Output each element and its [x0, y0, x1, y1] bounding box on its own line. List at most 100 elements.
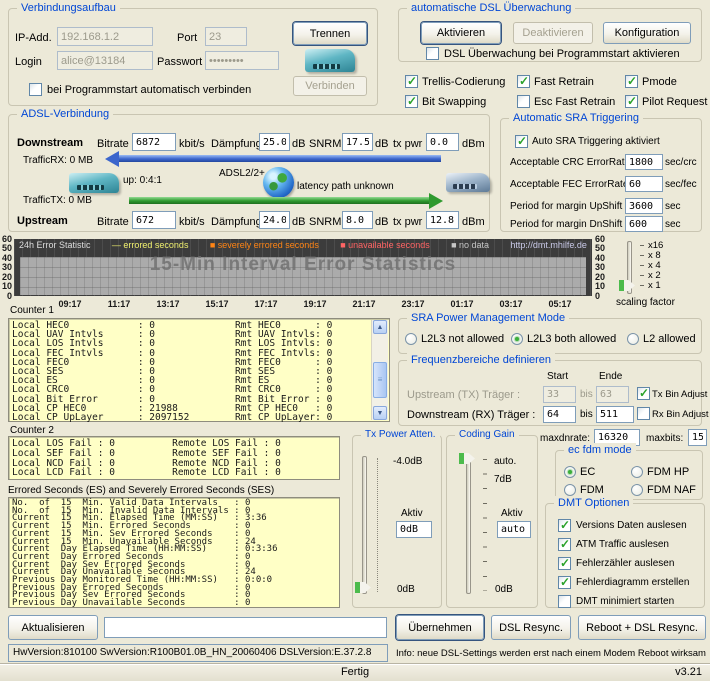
coding-gain-bottom-label: 0dB: [495, 584, 513, 595]
coding-gain-slider-handle[interactable]: [459, 453, 475, 464]
group-title: ADSL-Verbindung: [17, 107, 114, 121]
app-version: v3.21: [675, 666, 702, 678]
fehlerdiagramm-label: Fehlerdiagramm erstellen: [576, 577, 690, 588]
counter1-text: Local HEC0 : 0 Rmt HEC0 : 0 Local UAV In…: [12, 320, 333, 424]
fast-retrain-checkbox[interactable]: [517, 74, 530, 88]
daempfung-label: Dämpfung: [211, 216, 262, 228]
scroll-up-icon[interactable]: ▲: [373, 320, 387, 334]
autostart-checkbox[interactable]: [29, 83, 42, 96]
group-title: SRA Power Management Mode: [407, 311, 570, 325]
coding-gain-top-label: auto.: [494, 456, 517, 467]
versions-daten-label: Versions Daten auslesen: [576, 520, 687, 531]
trennen-button[interactable]: Trennen: [293, 22, 367, 45]
crc-errorrate-field[interactable]: [625, 154, 663, 170]
fec-errorrate-field[interactable]: [625, 176, 663, 192]
ip-field[interactable]: [57, 27, 153, 46]
passwort-label: Passwort: [157, 56, 203, 68]
up-daempfung-field[interactable]: [259, 211, 290, 229]
fehlerdiagramm-checkbox[interactable]: [558, 575, 571, 589]
fdm-radio[interactable]: [564, 484, 576, 496]
scroll-down-icon[interactable]: ▼: [373, 406, 387, 420]
port-field[interactable]: [205, 27, 247, 46]
deaktivieren-button[interactable]: Deaktivieren: [513, 22, 593, 44]
rx-bin-adjust-checkbox[interactable]: [637, 407, 650, 420]
downstream-arrow-icon: [119, 155, 441, 162]
l2l3-both-allowed-radio[interactable]: [511, 333, 523, 345]
upstream-ende-field[interactable]: [596, 386, 629, 403]
tx-atten-aktiv-field[interactable]: [396, 521, 432, 538]
y-axis-tick: 10: [1, 281, 12, 291]
esc-fast-retrain-checkbox[interactable]: [517, 95, 530, 108]
tx-atten-slider-handle[interactable]: [355, 582, 371, 593]
bit-swapping-checkbox[interactable]: [405, 94, 418, 108]
ueberwachung-startup-checkbox[interactable]: [426, 47, 439, 60]
command-input[interactable]: [104, 617, 387, 638]
scrollbar-thumb[interactable]: ≡: [373, 362, 387, 398]
coding-gain-slider-track[interactable]: [466, 456, 471, 594]
aktualisieren-button[interactable]: Aktualisieren: [8, 615, 98, 640]
start-header: Start: [547, 371, 569, 382]
downstream-start-field[interactable]: [543, 406, 576, 423]
tx-bin-adjust-checkbox[interactable]: [637, 386, 650, 400]
fdm-hp-radio[interactable]: [631, 466, 643, 478]
crc-errorrate-label: Acceptable CRC ErrorRate: [510, 157, 631, 168]
atm-traffic-label: ATM Traffic auslesen: [576, 539, 669, 550]
up-bitrate-field[interactable]: [132, 211, 176, 229]
coding-gain-7db-label: 7dB: [494, 474, 512, 485]
group-dsl-ueberwachung: automatische DSL Überwachung Aktivieren …: [398, 1, 702, 62]
dnshift-unit: sec: [665, 219, 681, 230]
down-snrm-field[interactable]: [342, 133, 373, 151]
login-field[interactable]: [57, 51, 153, 70]
konfiguration-button[interactable]: Konfiguration: [603, 22, 691, 44]
aktivieren-button[interactable]: Aktivieren: [421, 22, 501, 44]
fdm-naf-label: FDM NAF: [647, 484, 696, 496]
dmt-minimiert-checkbox[interactable]: [558, 595, 571, 608]
trellis-checkbox[interactable]: [405, 74, 418, 88]
passwort-field[interactable]: [205, 51, 279, 70]
group-adsl-verbindung: ADSL-Verbindung Downstream Bitrate kbit/…: [8, 107, 490, 232]
ende-header: Ende: [599, 371, 623, 382]
fdm-label: FDM: [580, 484, 604, 496]
uebernehmen-button[interactable]: Übernehmen: [396, 615, 484, 640]
group-title: Tx Power Atten.: [361, 428, 440, 442]
reboot-dsl-resync-button[interactable]: Reboot + DSL Resync.: [578, 615, 706, 640]
x-axis-tick: 15:17: [205, 299, 229, 309]
atm-traffic-checkbox[interactable]: [558, 537, 571, 551]
up-txpwr-field[interactable]: [426, 211, 459, 229]
coding-gain-aktiv-field[interactable]: [497, 521, 531, 538]
upstream-start-field[interactable]: [543, 386, 576, 403]
dsl-resync-button[interactable]: DSL Resync.: [491, 615, 571, 640]
x-axis-tick: 03:17: [499, 299, 523, 309]
group-title: automatische DSL Überwachung: [407, 1, 576, 15]
l2-allowed-radio[interactable]: [627, 333, 639, 345]
upshift-field[interactable]: [625, 198, 663, 214]
l2l3-not-allowed-radio[interactable]: [405, 333, 417, 345]
chart-legend: 24h Error Statistic — errored seconds ■ …: [14, 239, 592, 251]
scaling-tick: [640, 265, 644, 266]
down-bitrate-field[interactable]: [132, 133, 176, 151]
tx-atten-slider-track[interactable]: [362, 456, 367, 594]
dnshift-field[interactable]: [625, 216, 663, 232]
bitrate-label: Bitrate: [97, 138, 129, 150]
legend-severely-errored-seconds: ■ severely errored seconds: [209, 240, 319, 250]
verbinden-button[interactable]: Verbinden: [293, 76, 367, 96]
down-daempfung-field[interactable]: [259, 133, 290, 151]
fdm-naf-radio[interactable]: [631, 484, 643, 496]
txpwr-label: tx pwr: [393, 138, 423, 150]
down-txpwr-field[interactable]: [426, 133, 459, 151]
maxbits-field[interactable]: [688, 429, 707, 446]
versions-daten-checkbox[interactable]: [558, 518, 571, 532]
pmode-checkbox[interactable]: [625, 74, 638, 88]
aktiv-label: Aktiv: [501, 508, 523, 519]
group-ec-fdm-mode: ec fdm mode EC FDM HP FDM FDM NAF: [555, 443, 703, 500]
traffic-rx-label: TrafficRX: 0 MB: [23, 155, 94, 166]
auto-sra-checkbox[interactable]: [515, 134, 528, 148]
counter1-scrollbar[interactable]: ▲ ≡ ▼: [371, 320, 388, 420]
fehlerzaehler-checkbox[interactable]: [558, 556, 571, 570]
scaling-slider-handle[interactable]: [619, 280, 635, 291]
downstream-ende-field[interactable]: [596, 406, 634, 423]
pilot-request-checkbox[interactable]: [625, 94, 638, 108]
trellis-label: Trellis-Codierung: [422, 76, 506, 88]
up-snrm-field[interactable]: [342, 211, 373, 229]
ec-radio[interactable]: [564, 466, 576, 478]
